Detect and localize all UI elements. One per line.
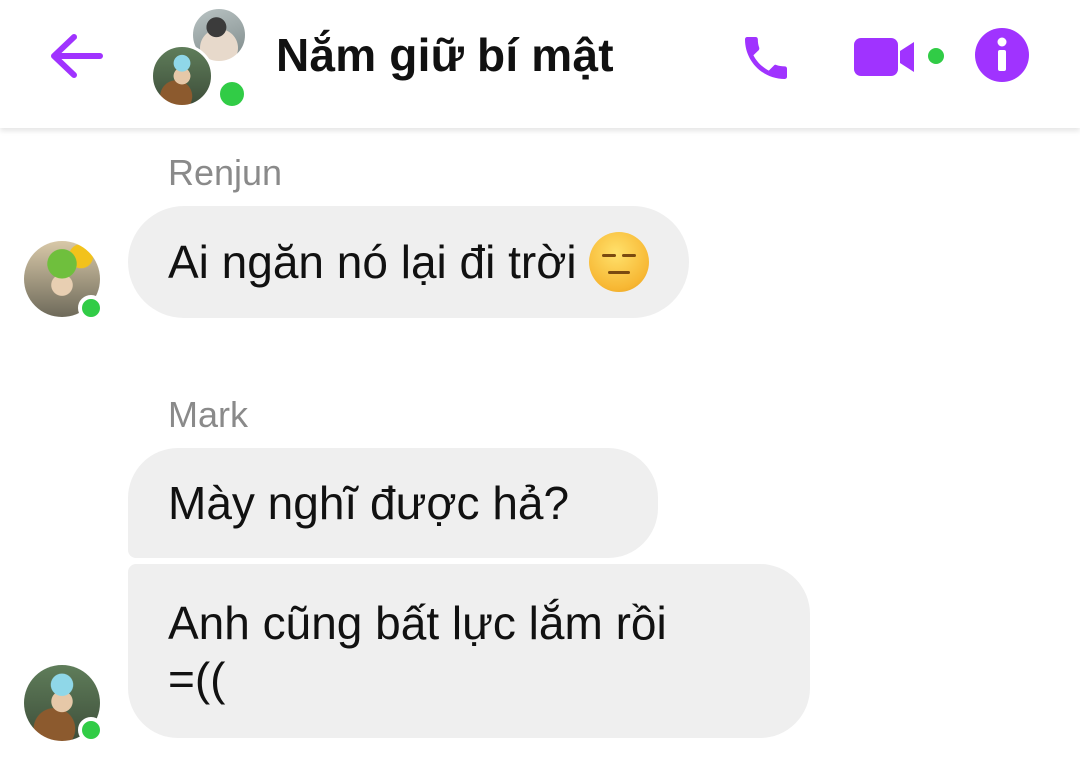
video-call-button[interactable] xyxy=(852,34,944,80)
message-bubble[interactable]: Anh cũng bất lực lắm rồi =(( xyxy=(128,564,810,738)
online-indicator xyxy=(216,78,248,110)
phone-icon xyxy=(745,37,787,79)
online-indicator xyxy=(78,717,104,743)
voice-call-button[interactable] xyxy=(736,28,796,88)
video-online-dot xyxy=(928,48,944,64)
sender-name: Renjun xyxy=(168,152,283,193)
expressionless-face-icon xyxy=(588,232,649,292)
group-avatar[interactable] xyxy=(148,6,252,110)
back-arrow-icon xyxy=(51,34,103,78)
chat-header: Nắm giữ bí mật xyxy=(0,0,1080,128)
sender-name: Mark xyxy=(168,394,248,435)
message-text: Ai ngăn nó lại đi trời xyxy=(168,236,577,288)
member-avatar-front xyxy=(150,44,214,108)
message-bubble[interactable]: Mày nghĩ được hả? xyxy=(128,448,658,558)
online-indicator xyxy=(78,295,104,321)
info-button[interactable] xyxy=(974,27,1030,83)
message-text: Mày nghĩ được hả? xyxy=(168,477,570,529)
message-bubble[interactable]: Ai ngăn nó lại đi trời xyxy=(128,206,689,318)
chat-screen: Nắm giữ bí mật Renjun Ai ngăn nó lại đi … xyxy=(0,0,1080,769)
message-text-line: =(( xyxy=(168,653,226,705)
chat-title[interactable]: Nắm giữ bí mật xyxy=(276,28,614,82)
video-camera-icon xyxy=(854,38,914,76)
message-text-line: Anh cũng bất lực lắm rồi xyxy=(168,597,667,649)
back-button[interactable] xyxy=(44,26,108,86)
info-icon xyxy=(975,28,1029,82)
